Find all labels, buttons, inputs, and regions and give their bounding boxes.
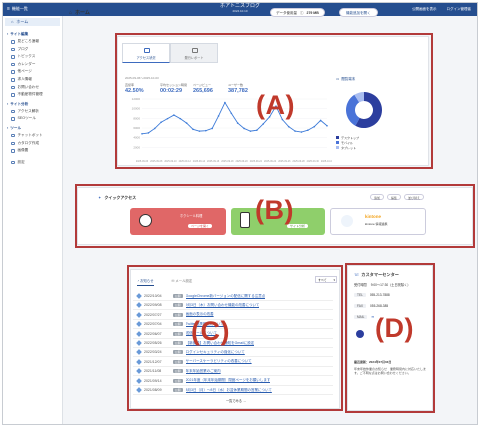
sidebar-item-label: 設定 (17, 159, 25, 164)
sidebar: ⌂ ホーム ▪ サイト編集 見どころ速報 ブログ トピックス カレンダー 他ページ 求人情報お… (3, 16, 63, 424)
sidebar-item-label: ブログ (17, 46, 29, 51)
sidebar-item[interactable]: 画像置 (3, 147, 62, 155)
sidebar-item-label: チャットボット (17, 132, 43, 137)
sidebar-item-label: 画像置 (17, 148, 29, 153)
section-dot-icon: ▪ (7, 101, 9, 106)
sidebar-item-label: 他ページ (17, 69, 32, 74)
sidebar-item[interactable]: 求人情報 (3, 76, 62, 84)
usage-label: データ使用量 (276, 11, 297, 15)
page-title-text: ホーム (75, 10, 90, 16)
sidebar-section-title: ▪ ツール (3, 123, 62, 132)
sidebar-item-label: アクセス解析 (17, 108, 39, 113)
sidebar-item-label: 不動産物件管理 (17, 92, 43, 97)
section-title-text: ツール (10, 125, 22, 130)
menu-item-icon (11, 78, 15, 82)
section-dot-icon: ▪ (7, 125, 9, 130)
menu-item-icon (11, 141, 15, 146)
section-title-text: サイト編集 (10, 32, 29, 36)
menu-item-icon (11, 149, 15, 153)
annotation-label-b: (B) (255, 195, 294, 225)
menu-item-icon (11, 133, 15, 138)
section-title-text: サイト分析 (10, 101, 29, 106)
sidebar-item-label: お問い合わせ (17, 84, 40, 89)
sidebar-item[interactable]: ブログ (3, 46, 62, 54)
sidebar-item[interactable]: 見どころ速報 (3, 38, 62, 46)
sidebar-section-title: ▪ サイト分析 (3, 99, 62, 108)
home-icon: ⌂ (11, 19, 14, 24)
sidebar-section-title: ▪ サイト編集 (3, 29, 62, 38)
sidebar-item-label: 求人情報 (17, 76, 32, 81)
sidebar-item-label: SEOツール (17, 116, 36, 121)
sidebar-item[interactable]: チャットボット (3, 132, 62, 140)
home-icon: ⌂ (69, 9, 73, 16)
usage-value: 279 MB (306, 11, 319, 15)
section-dot-icon: ▪ (7, 32, 9, 36)
sidebar-item[interactable]: アクセス解析 (3, 108, 62, 116)
manual-button[interactable]: 機能追加を開く (339, 8, 378, 17)
menu-item-icon (11, 117, 15, 121)
sidebar-item-settings[interactable]: 設定 (3, 159, 62, 167)
menu-item-icon (11, 109, 15, 114)
gear-icon (11, 160, 15, 165)
sidebar-item-label: カレンダー (17, 61, 36, 66)
sidebar-item-label: カタログ作成 (17, 140, 40, 145)
menu-item-icon (11, 93, 15, 97)
app-window: ≡ 機能一覧 ホアトニスブログ 2024.10.10 公開画面を表示 ログイン管… (2, 2, 478, 425)
sidebar-item[interactable]: カレンダー (3, 61, 62, 69)
menu-item-icon (11, 55, 15, 59)
info-icon: ⓘ (300, 11, 304, 15)
page-title: ⌂ ホーム (69, 9, 90, 17)
menu-item-icon (11, 62, 15, 67)
sidebar-item[interactable]: 他ページ (3, 68, 62, 76)
annotation-label-a: (A) (256, 90, 295, 120)
menu-item-icon (11, 40, 15, 44)
sidebar-item[interactable]: 不動産物件管理 (3, 91, 62, 99)
sidebar-item[interactable]: お問い合わせ (3, 84, 62, 92)
view-public-link[interactable]: 公開画面を表示 (412, 7, 437, 12)
sidebar-item[interactable]: SEOツール (3, 115, 62, 123)
sidebar-item-home[interactable]: ⌂ ホーム (5, 18, 60, 26)
menu-item-icon (11, 70, 15, 74)
data-usage-badge: データ使用量 ⓘ 279 MB (270, 8, 325, 17)
sidebar-item-label: 見どころ速報 (17, 39, 39, 43)
sidebar-item[interactable]: トピックス (3, 53, 62, 61)
menu-item-icon (11, 85, 15, 90)
annotation-label-c: (C) (191, 316, 230, 346)
annotation-box-c (127, 265, 343, 411)
sidebar-item-label: トピックス (17, 54, 36, 59)
sidebar-item[interactable]: カタログ作成 (3, 140, 62, 148)
sidebar-item-label: ホーム (16, 19, 29, 24)
top-links: 公開画面を表示 ログイン管理者 (412, 7, 471, 12)
menu-item-icon (11, 47, 15, 52)
annotation-label-d: (D) (375, 313, 414, 343)
account-link[interactable]: ログイン管理者 (447, 7, 472, 12)
